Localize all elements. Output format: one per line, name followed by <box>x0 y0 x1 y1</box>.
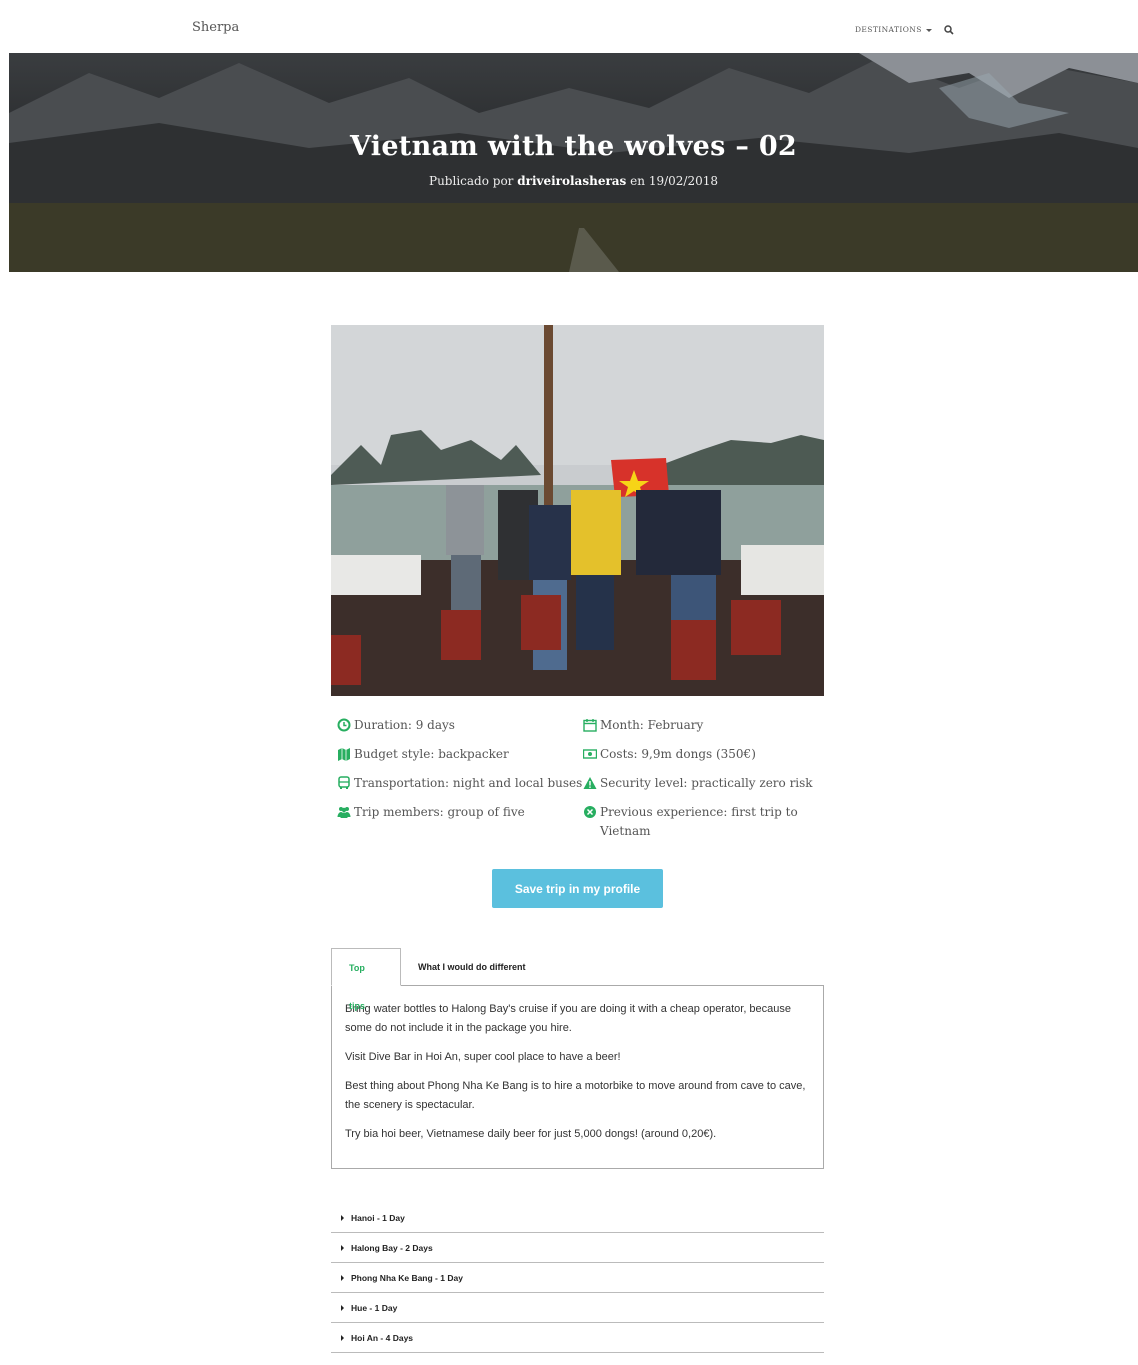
destinations-menu[interactable]: DESTINATIONS <box>855 25 932 34</box>
tip-item: Bring water bottles to Halong Bay's crui… <box>345 1003 792 1034</box>
mountain-landscape-image <box>9 53 1138 272</box>
published-prefix: Publicado por <box>429 174 514 188</box>
caret-right-icon <box>341 1244 344 1251</box>
warning-icon <box>583 777 597 789</box>
itinerary-item-phong-nha[interactable]: Phong Nha Ke Bang - 1 Day <box>331 1263 824 1293</box>
info-security: Security level: practically zero risk <box>583 774 813 793</box>
money-icon <box>583 749 597 759</box>
caret-right-icon <box>341 1304 344 1311</box>
info-experience: Previous experience: first trip to Vietn… <box>583 803 803 841</box>
post-date: 19/02/2018 <box>648 174 718 188</box>
costs-text: Costs: 9,9m dongs (350€) <box>600 747 756 761</box>
caret-right-icon <box>341 1334 344 1341</box>
itinerary-item-hanoi[interactable]: Hanoi - 1 Day <box>331 1203 824 1233</box>
itinerary-label: Halong Bay - 2 Days <box>351 1242 433 1253</box>
itinerary-label: Hue - 1 Day <box>351 1302 398 1313</box>
caret-right-icon <box>341 1214 344 1221</box>
itinerary-item-halong-bay[interactable]: Halong Bay - 2 Days <box>331 1233 824 1263</box>
tip-item: Visit Dive Bar in Hoi An, super cool pla… <box>345 1051 621 1063</box>
hero-banner: Vietnam with the wolves – 02 Publicado p… <box>9 53 1138 272</box>
tab-top-tips[interactable]: Top tips <box>331 948 401 1011</box>
caret-right-icon <box>341 1274 344 1281</box>
info-transport: Transportation: night and local buses <box>337 774 582 793</box>
info-members: Trip members: group of five <box>337 803 525 822</box>
tab-panel-top-tips: Bring water bottles to Halong Bay's crui… <box>331 985 824 1169</box>
info-month: Month: February <box>583 716 703 735</box>
top-navbar: Sherpa DESTINATIONS <box>0 0 1138 54</box>
info-duration: Duration: 9 days <box>337 716 455 735</box>
itinerary-item-hue[interactable]: Hue - 1 Day <box>331 1293 824 1323</box>
duration-text: Duration: 9 days <box>354 718 455 732</box>
itinerary-item-hoi-an[interactable]: Hoi An - 4 Days <box>331 1323 824 1353</box>
clock-icon <box>337 718 351 732</box>
info-budget: Budget style: backpacker <box>337 745 509 764</box>
security-text: Security level: practically zero risk <box>600 776 813 790</box>
transport-text: Transportation: night and local buses <box>354 776 583 790</box>
bus-icon <box>338 776 350 789</box>
search-icon[interactable] <box>944 25 954 35</box>
tip-item: Best thing about Phong Nha Ke Bang is to… <box>345 1080 806 1111</box>
date-prefix: en <box>630 174 645 188</box>
month-text: Month: February <box>600 718 704 732</box>
itinerary-accordion: Hanoi - 1 Day Halong Bay - 2 Days Phong … <box>331 1203 824 1353</box>
times-circle-icon <box>584 806 596 818</box>
tips-tabs: Top tips What I would do different <box>331 948 824 1011</box>
chevron-down-icon <box>925 28 932 32</box>
itinerary-label: Hoi An - 4 Days <box>351 1332 414 1343</box>
post-meta: Publicado por driveirolasheras en 19/02/… <box>9 174 1138 188</box>
budget-text: Budget style: backpacker <box>354 747 509 761</box>
destinations-label: DESTINATIONS <box>855 25 922 34</box>
page-title: Vietnam with the wolves – 02 <box>349 131 797 162</box>
users-icon <box>337 807 351 818</box>
trip-group-photo <box>331 325 824 696</box>
author-link[interactable]: driveirolasheras <box>517 174 626 188</box>
calendar-icon <box>583 719 597 732</box>
tip-item: Try bia hoi beer, Vietnamese daily beer … <box>345 1128 717 1140</box>
tab-what-i-would-do-different[interactable]: What I would do different <box>401 948 543 986</box>
brand-logo[interactable]: Sherpa <box>192 20 239 35</box>
members-text: Trip members: group of five <box>354 805 525 819</box>
info-costs: Costs: 9,9m dongs (350€) <box>583 745 756 764</box>
itinerary-label: Hanoi - 1 Day <box>351 1212 405 1223</box>
save-trip-button[interactable]: Save trip in my profile <box>492 869 663 908</box>
experience-text: Previous experience: first trip to Vietn… <box>600 805 798 838</box>
map-icon <box>338 748 350 761</box>
itinerary-label: Phong Nha Ke Bang - 1 Day <box>351 1272 463 1283</box>
